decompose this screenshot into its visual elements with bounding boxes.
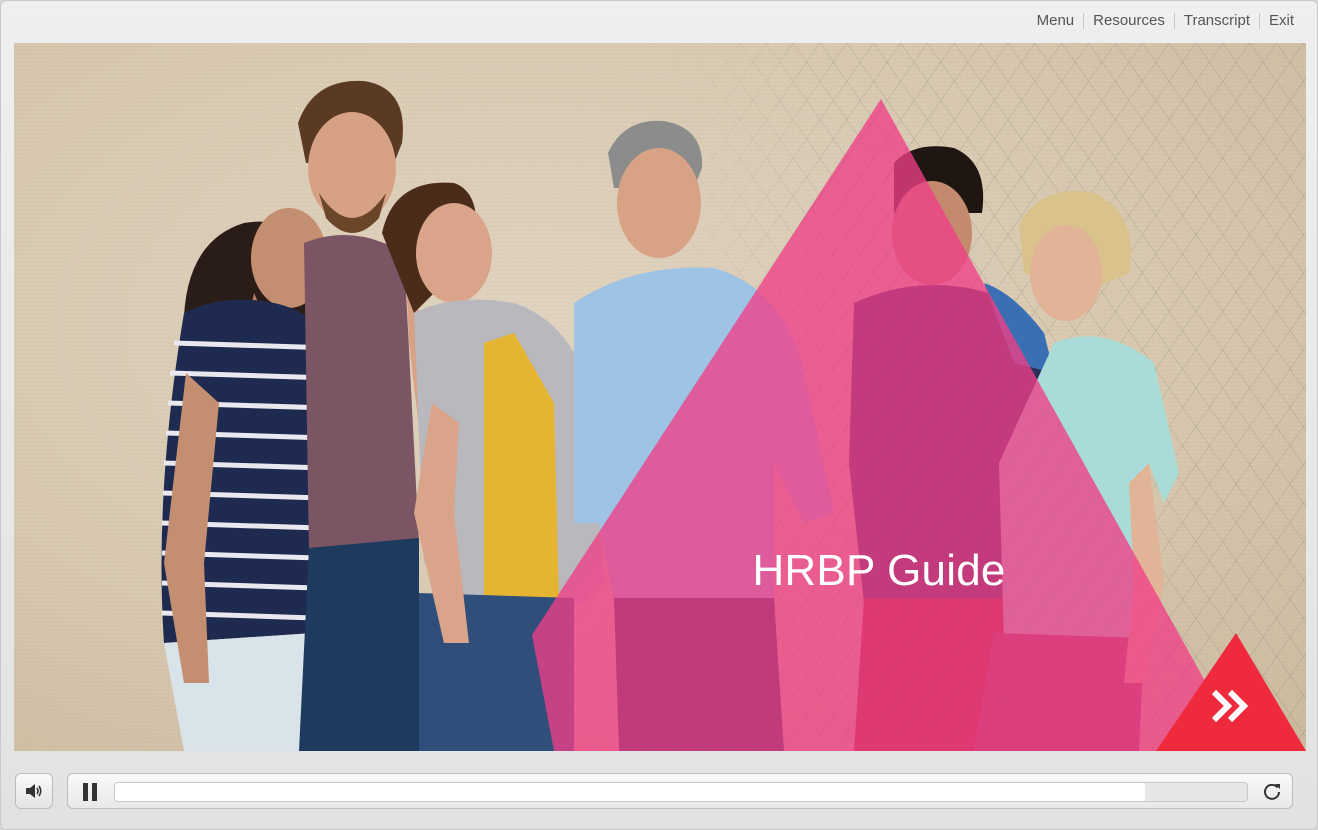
replay-icon: [1264, 783, 1280, 800]
replay-button[interactable]: [1260, 780, 1284, 804]
slide-stage: HRBP Guide: [14, 43, 1306, 751]
next-slide-button[interactable]: [1156, 633, 1306, 751]
top-menu: Menu Resources Transcript Exit: [1, 1, 1317, 41]
slide-title: HRBP Guide: [752, 546, 1006, 595]
progress-bar[interactable]: [114, 782, 1248, 802]
resources-link[interactable]: Resources: [1083, 13, 1174, 29]
progress-fill: [115, 783, 1146, 801]
course-player: Menu Resources Transcript Exit HRBP Guid…: [0, 0, 1318, 830]
menu-link[interactable]: Menu: [1028, 13, 1084, 29]
exit-link[interactable]: Exit: [1258, 13, 1303, 29]
speaker-icon: [26, 784, 42, 798]
volume-button[interactable]: [15, 773, 53, 809]
pause-button[interactable]: [78, 780, 102, 804]
playback-controls: [67, 773, 1293, 809]
pause-icon: [83, 783, 97, 801]
slide-scene: [161, 43, 1306, 751]
transcript-link[interactable]: Transcript: [1173, 13, 1259, 29]
